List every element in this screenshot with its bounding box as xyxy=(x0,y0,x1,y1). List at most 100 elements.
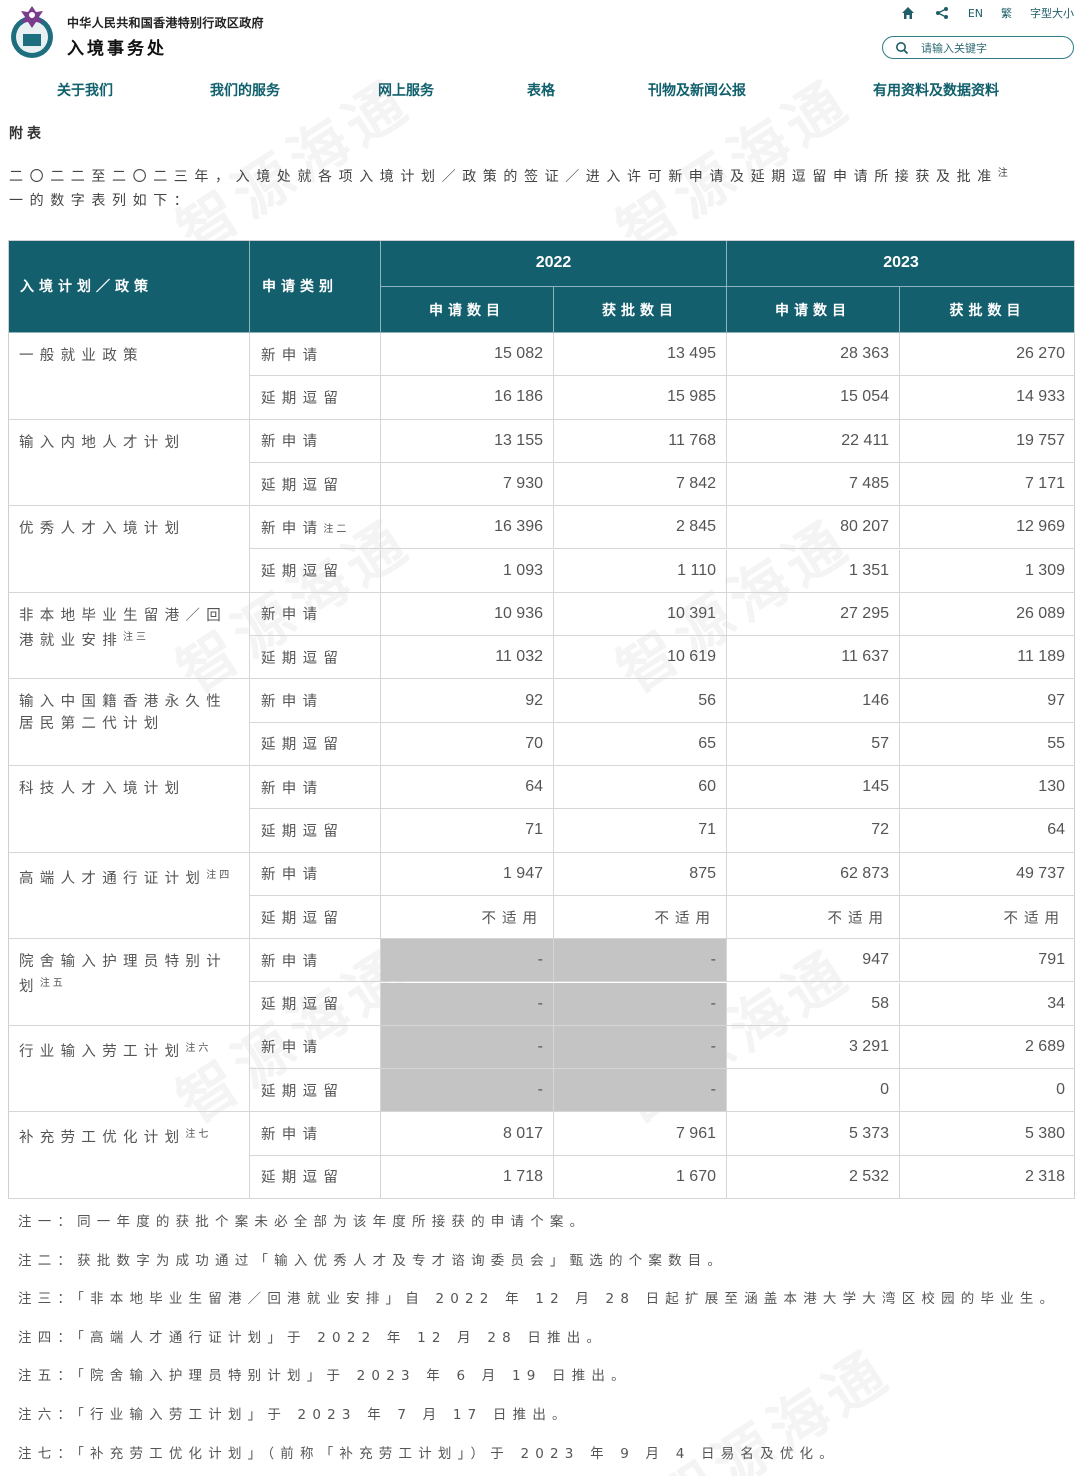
cell-approved-2022: 10 619 xyxy=(554,636,727,680)
cell-applications-2022: 7 930 xyxy=(381,462,554,507)
cell-approved-2022: 1 670 xyxy=(554,1155,727,1199)
program-name-cell: 高端人才通行证计划注四 xyxy=(8,852,250,940)
cell-applications-2022: 8 017 xyxy=(381,1112,554,1156)
hksar-emblem-icon[interactable] xyxy=(8,4,56,62)
intro-paragraph: 二〇二二至二〇二三年，入境处就各项入境计划／政策的签证／进入许可新申请及延期逗留… xyxy=(9,162,1073,213)
cell-applications-2022: - xyxy=(381,939,554,983)
footnote-ref[interactable]: 注五 xyxy=(40,978,66,989)
nav-item-useful-info-data[interactable]: 有用资料及数据资料 xyxy=(873,80,999,100)
footnote-item: 注二：获批数字为成功通过「输入优秀人才及专才谘询委员会」甄选的个案数目。 xyxy=(18,1252,728,1269)
program-name: 一般就业政策 xyxy=(19,348,144,364)
program-name: 行业输入劳工计划 xyxy=(19,1043,186,1060)
cell-applications-2023: 2 532 xyxy=(727,1155,900,1199)
application-type: 新申请 xyxy=(261,607,324,624)
font-size-link[interactable]: 字型大小 xyxy=(1030,5,1074,21)
cell-applications-2023: 27 295 xyxy=(727,592,900,637)
cell-applications-2023: 11 637 xyxy=(727,636,900,680)
intro-text-line2: 一的数字表列如下： xyxy=(9,193,195,209)
search-icon[interactable] xyxy=(895,41,909,55)
footnote-item: 注一：同一年度的获批个案未必全部为该年度所接获的申请个案。 xyxy=(18,1214,590,1230)
application-type-cell: 新申请 xyxy=(250,679,381,723)
cell-applications-2022: 15 082 xyxy=(381,333,554,377)
footnote-ref[interactable]: 注二 xyxy=(323,520,349,535)
home-icon[interactable] xyxy=(900,5,916,21)
application-type-cell: 新申请 xyxy=(250,852,381,896)
department-name[interactable]: 入境事务处 xyxy=(67,34,167,59)
cell-applications-2023: 146 xyxy=(727,679,900,723)
cell-approved-2022: 2 845 xyxy=(554,506,727,550)
program-name: 优秀人才入境计划 xyxy=(19,521,186,538)
application-type-cell: 延期逗留 xyxy=(250,895,381,940)
cell-approved-2022: - xyxy=(554,982,727,1026)
nav-item-e-services[interactable]: 网上服务 xyxy=(378,80,434,100)
cell-applications-2022: 16 396 xyxy=(381,506,554,550)
column-header-year-2023: 2023 xyxy=(727,240,1075,287)
language-tc-link[interactable]: 繁 xyxy=(1001,5,1012,21)
cell-approved-2022: 11 768 xyxy=(554,419,727,463)
program-name-cell: 输入中国籍香港永久性居民第二代计划 xyxy=(8,679,250,766)
cell-approved-2023: 0 xyxy=(900,1069,1075,1113)
application-type: 延期逗留 xyxy=(261,1083,345,1100)
cell-applications-2022: 10 936 xyxy=(381,592,554,637)
application-type-cell: 延期逗留 xyxy=(250,1155,381,1199)
nav-item-forms[interactable]: 表格 xyxy=(527,80,555,100)
cell-approved-2022: 56 xyxy=(554,679,727,723)
cell-applications-2023: 28 363 xyxy=(727,333,900,377)
application-type: 延期逗留 xyxy=(261,737,345,754)
cell-applications-2022: 70 xyxy=(381,722,554,766)
intro-text-line1: 二〇二二至二〇二三年，入境处就各项入境计划／政策的签证／进入许可新申请及延期逗留… xyxy=(9,169,998,185)
nav-item-publications-press[interactable]: 刊物及新闻公报 xyxy=(648,80,746,100)
cell-applications-2022: 1 718 xyxy=(381,1155,554,1199)
cell-applications-2022: 不适用 xyxy=(381,895,554,940)
cell-applications-2023: 145 xyxy=(727,766,900,810)
cell-applications-2023: 57 xyxy=(727,722,900,766)
nav-item-our-services[interactable]: 我们的服务 xyxy=(210,80,280,100)
footnote-ref[interactable]: 注四 xyxy=(206,870,232,881)
application-type-cell: 新申请 xyxy=(250,1025,381,1070)
cell-approved-2023: 791 xyxy=(900,939,1075,983)
footnote-ref[interactable]: 注七 xyxy=(185,1129,211,1140)
language-en-link[interactable]: EN xyxy=(968,7,983,20)
footnote-ref[interactable]: 注六 xyxy=(185,1043,211,1054)
application-type: 新申请 xyxy=(261,347,324,364)
cell-applications-2022: 1 947 xyxy=(381,852,554,896)
application-type: 延期逗留 xyxy=(261,823,345,840)
cell-approved-2022: - xyxy=(554,1069,727,1113)
cell-approved-2022: 65 xyxy=(554,722,727,766)
cell-applications-2023: 3 291 xyxy=(727,1025,900,1070)
cell-approved-2023: 1 309 xyxy=(900,550,1075,593)
cell-approved-2023: 97 xyxy=(900,679,1075,723)
cell-applications-2022: 71 xyxy=(381,809,554,853)
search-input[interactable]: 请输入关键字 xyxy=(882,36,1074,59)
application-type: 新申请 xyxy=(261,780,324,797)
cell-approved-2023: 11 189 xyxy=(900,636,1075,680)
program-name-cell: 院舍输入护理员特别计划注五 xyxy=(8,939,250,1026)
cell-approved-2023: 7 171 xyxy=(900,463,1075,507)
application-type-cell: 新申请 注二 xyxy=(250,506,381,550)
cell-approved-2022: 7 842 xyxy=(554,462,727,507)
application-type-cell: 新申请 xyxy=(250,592,381,637)
share-icon[interactable] xyxy=(934,5,950,21)
footnote-ref[interactable]: 注 xyxy=(998,168,1011,179)
cell-applications-2023: 15 054 xyxy=(727,376,900,420)
cell-approved-2022: 1 110 xyxy=(554,549,727,593)
application-type-cell: 延期逗留 xyxy=(250,809,381,853)
cell-approved-2023: 64 xyxy=(900,809,1075,853)
program-name-cell: 一般就业政策 xyxy=(8,333,250,420)
column-header-program: 入境计划／政策 xyxy=(8,240,250,333)
cell-approved-2022: - xyxy=(554,939,727,983)
cell-applications-2023: 1 351 xyxy=(727,549,900,593)
page-title: 附表 xyxy=(9,126,45,142)
cell-approved-2022: 13 495 xyxy=(554,333,727,377)
cell-approved-2023: 26 270 xyxy=(900,333,1075,377)
application-type: 新申请 xyxy=(261,520,324,537)
program-name-cell: 优秀人才入境计划 xyxy=(8,506,250,593)
footnote-ref[interactable]: 注三 xyxy=(123,632,149,643)
nav-item-about-us[interactable]: 关于我们 xyxy=(57,80,113,100)
statistics-table: 入境计划／政策 申请类别 2022 2023 申请数目 获批数目 申请数目 获批… xyxy=(8,240,1075,1199)
cell-applications-2023: 7 485 xyxy=(727,462,900,507)
application-type: 延期逗留 xyxy=(261,390,345,407)
application-type-cell: 延期逗留 xyxy=(250,462,381,507)
program-name-cell: 补充劳工优化计划注七 xyxy=(8,1112,250,1199)
cell-approved-2023: 5 380 xyxy=(900,1112,1075,1156)
